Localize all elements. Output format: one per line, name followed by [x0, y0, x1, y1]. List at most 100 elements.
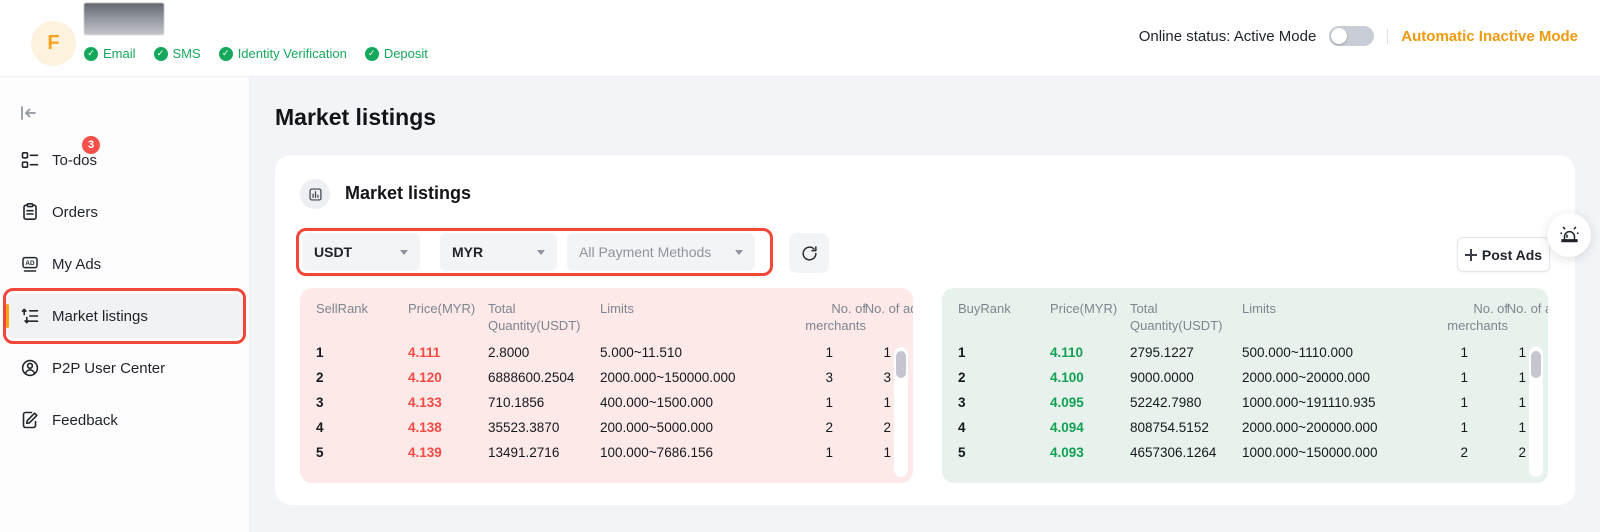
verification-label: Identity Verification [238, 46, 347, 61]
cell-limits: 2000.000~200000.000 [1242, 420, 1432, 435]
verification-label: Deposit [384, 46, 428, 61]
col-header-rank: BuyRank [958, 300, 1050, 317]
payment-method-select[interactable]: All Payment Methods [567, 233, 755, 271]
scrollbar-thumb[interactable] [896, 351, 906, 378]
buy-table-scrollbar[interactable] [1529, 347, 1543, 477]
cell-limits: 100.000~7686.156 [600, 445, 790, 460]
cell-merchants: 1 [1432, 395, 1468, 410]
todos-icon [20, 150, 40, 170]
cell-price: 4.100 [1050, 370, 1130, 385]
sell-table-scrollbar[interactable] [894, 347, 908, 477]
verification-identity: ✓ Identity Verification [219, 46, 347, 61]
sidebar-item-orders[interactable]: Orders [6, 190, 243, 234]
cell-qty: 9000.0000 [1130, 370, 1242, 385]
table-row: 14.1102795.1227500.000~1110.00011 [942, 340, 1548, 365]
cell-qty: 35523.3870 [488, 420, 600, 435]
asset-select[interactable]: USDT [302, 233, 420, 271]
scrollbar-thumb[interactable] [1531, 351, 1541, 378]
cell-price: 4.139 [408, 445, 488, 460]
cell-qty: 52242.7980 [1130, 395, 1242, 410]
alert-siren-button[interactable] [1547, 213, 1591, 257]
cell-price: 4.093 [1050, 445, 1130, 460]
todos-count-badge: 3 [82, 136, 100, 154]
col-header-ads: No. of ads [1507, 300, 1548, 317]
post-ads-button[interactable]: Post Ads [1457, 237, 1550, 272]
card-title: Market listings [345, 183, 471, 204]
sidebar-item-label: Orders [52, 204, 98, 221]
sidebar-item-label: My Ads [52, 256, 101, 273]
cell-ads: 1 [833, 445, 891, 460]
cell-qty: 6888600.2504 [488, 370, 600, 385]
col-header-qty: Total Quantity(USDT) [488, 300, 600, 334]
cell-merchants: 2 [790, 420, 833, 435]
cell-rank: 3 [958, 395, 1050, 410]
sidebar: To-dos 3 Orders AD My Ads Mark [0, 77, 250, 532]
table-row: 54.0934657306.12641000.000~150000.00022 [942, 440, 1548, 465]
cell-merchants: 1 [1432, 420, 1468, 435]
verification-email: ✓ Email [84, 46, 136, 61]
sell-orders-table: SellRank Price(MYR) Total Quantity(USDT)… [300, 288, 913, 483]
check-icon: ✓ [154, 47, 168, 61]
cell-qty: 4657306.1264 [1130, 445, 1242, 460]
cell-merchants: 1 [790, 445, 833, 460]
refresh-icon [800, 244, 819, 263]
table-row: 44.13835523.3870200.000~5000.00022 [300, 415, 913, 440]
market-listings-card: Market listings USDT MYR All Payment Met… [275, 155, 1575, 505]
feedback-icon [20, 410, 40, 430]
sidebar-item-p2p-user-center[interactable]: P2P User Center [6, 346, 243, 390]
col-header-merchants: No. of merchants [1432, 300, 1508, 334]
cell-qty: 2.8000 [488, 345, 600, 360]
cell-ads: 1 [833, 395, 891, 410]
payment-select-placeholder: All Payment Methods [579, 244, 711, 260]
sidebar-item-market-listings[interactable]: Market listings [6, 294, 243, 338]
chevron-down-icon [400, 250, 408, 255]
online-status-toggle[interactable] [1329, 26, 1374, 46]
page-title: Market listings [275, 104, 436, 131]
col-header-ads: No. of ads [865, 300, 913, 317]
verification-deposit: ✓ Deposit [365, 46, 428, 61]
check-icon: ✓ [219, 47, 233, 61]
cell-rank: 5 [958, 445, 1050, 460]
svg-text:AD: AD [25, 260, 35, 267]
col-header-price: Price(MYR) [408, 300, 488, 317]
refresh-button[interactable] [789, 233, 829, 273]
chevron-down-icon [537, 250, 545, 255]
sidebar-item-feedback[interactable]: Feedback [6, 398, 243, 442]
chevron-down-icon [735, 250, 743, 255]
username-redacted [84, 3, 164, 35]
sidebar-item-label: Market listings [52, 308, 148, 325]
collapse-sidebar-button[interactable] [17, 102, 39, 124]
verification-label: SMS [173, 46, 201, 61]
fiat-select[interactable]: MYR [440, 233, 557, 271]
buy-table-body: 14.1102795.1227500.000~1110.00011 2 4.1009… [942, 340, 1548, 465]
online-status-label: Online status: Active Mode [1139, 28, 1317, 45]
avatar[interactable]: F [31, 21, 76, 66]
sidebar-item-todos[interactable]: To-dos 3 [6, 138, 243, 182]
cell-price: 4.120 [408, 370, 488, 385]
sidebar-item-my-ads[interactable]: AD My Ads [6, 242, 243, 286]
post-ads-label: Post Ads [1482, 247, 1542, 263]
table-row: 14.1112.80005.000~11.51011 [300, 340, 913, 365]
table-row: 54.13913491.2716100.000~7686.15611 [300, 440, 913, 465]
sidebar-item-label: Feedback [52, 412, 118, 429]
cell-limits: 1000.000~150000.000 [1242, 445, 1432, 460]
my-ads-icon: AD [20, 254, 40, 274]
sell-table-header: SellRank Price(MYR) Total Quantity(USDT)… [300, 288, 913, 340]
verification-sms: ✓ SMS [154, 46, 201, 61]
automatic-inactive-mode-link[interactable]: Automatic Inactive Mode [1401, 28, 1578, 45]
cell-ads: 1 [1468, 395, 1526, 410]
cell-merchants: 1 [790, 395, 833, 410]
cell-qty: 808754.5152 [1130, 420, 1242, 435]
col-header-rank: SellRank [316, 300, 408, 317]
buy-table-header: BuyRank Price(MYR) Total Quantity(USDT) … [942, 288, 1548, 340]
table-row: 24.1206888600.25042000.000~150000.00033 [300, 365, 913, 390]
cell-merchants: 1 [790, 345, 833, 360]
cell-limits: 200.000~5000.000 [600, 420, 790, 435]
col-header-qty: Total Quantity(USDT) [1130, 300, 1242, 334]
cell-merchants: 2 [1432, 445, 1468, 460]
sell-table-body: 14.1112.80005.000~11.5101124.1206888600.… [300, 340, 913, 465]
cell-limits: 2000.000~20000.000 [1242, 370, 1432, 385]
cell-ads: 1 [833, 345, 891, 360]
check-icon: ✓ [365, 47, 379, 61]
check-icon: ✓ [84, 47, 98, 61]
